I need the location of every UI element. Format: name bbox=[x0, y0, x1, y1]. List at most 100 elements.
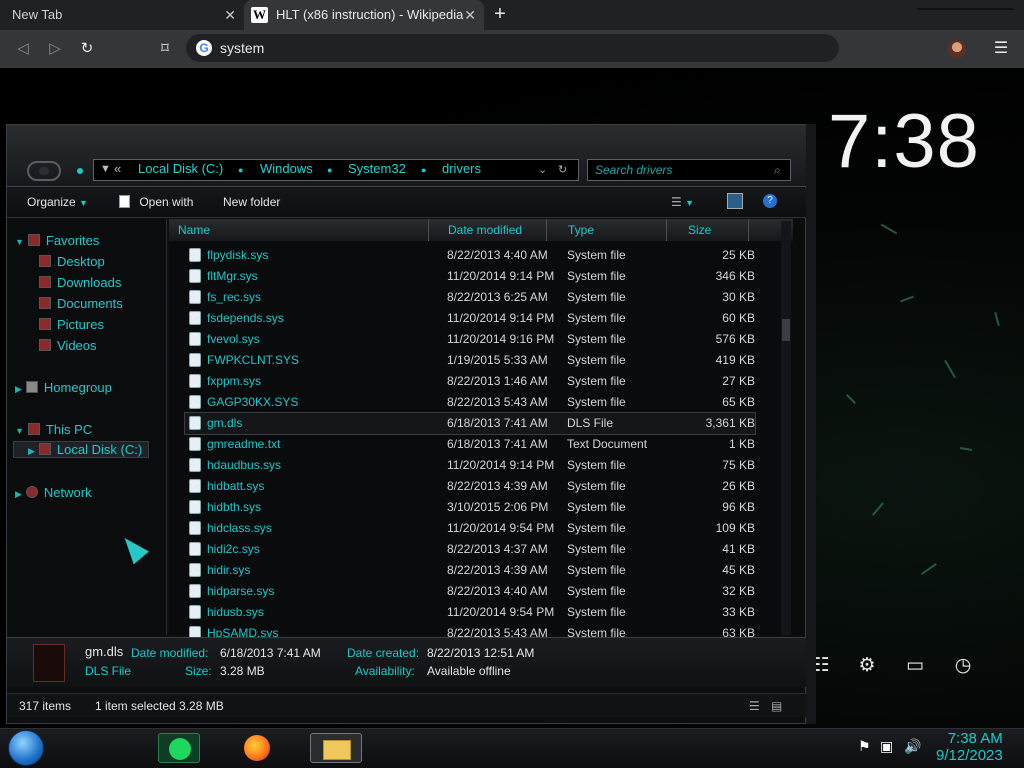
vertical-scrollbar[interactable] bbox=[781, 221, 791, 635]
new-tab-button[interactable]: + bbox=[488, 3, 512, 27]
table-row[interactable]: fvevol.sys 11/20/2014 9:16 PM System file 5… bbox=[185, 329, 755, 350]
table-row[interactable]: gmreadme.txt 6/18/2013 7:41 AM Text Docume… bbox=[185, 434, 755, 455]
breadcrumb-item[interactable]: drivers bbox=[442, 161, 481, 176]
organize-button[interactable]: Organize ▼ bbox=[27, 195, 88, 209]
menu-icon[interactable]: ☰ bbox=[990, 38, 1012, 60]
table-row[interactable]: flpydisk.sys 8/22/2013 4:40 AM System file… bbox=[185, 245, 755, 266]
file-name: fxppm.sys bbox=[207, 374, 262, 388]
breadcrumb-separator-icon[interactable]: ● bbox=[238, 165, 243, 175]
sidebar-item-favorites[interactable]: ▼ Favorites bbox=[15, 233, 99, 248]
file-explorer-taskbar-icon[interactable] bbox=[310, 733, 362, 763]
table-row[interactable]: hidclass.sys 11/20/2014 9:54 PM System fil… bbox=[185, 518, 755, 539]
bookmark-icon[interactable]: ⌑ bbox=[154, 38, 176, 60]
column-header-size[interactable]: Size bbox=[683, 219, 749, 241]
flag-icon[interactable]: ⚑ bbox=[858, 738, 871, 755]
breadcrumb-separator-icon[interactable]: ● bbox=[327, 165, 332, 175]
scrollbar-thumb[interactable] bbox=[782, 319, 790, 341]
file-size: 60 KB bbox=[722, 311, 755, 325]
details-date-created-label: Date created: bbox=[347, 646, 420, 660]
breadcrumb-overflow-icon[interactable]: « bbox=[114, 161, 121, 176]
sidebar-item-videos[interactable]: Videos bbox=[39, 338, 97, 353]
view-options-icon[interactable]: ☰ ▼ bbox=[671, 195, 694, 209]
sidebar-item-desktop[interactable]: Desktop bbox=[39, 254, 105, 269]
column-header-date-modified[interactable]: Date modified bbox=[443, 219, 547, 241]
file-date: 11/20/2014 9:14 PM bbox=[447, 269, 555, 283]
expand-icon: ▶ bbox=[28, 446, 35, 456]
table-row[interactable]: FWPKCLNT.SYS 1/19/2015 5:33 AM System file… bbox=[185, 350, 755, 371]
start-orb-icon[interactable] bbox=[8, 730, 44, 766]
recent-locations-icon[interactable] bbox=[77, 168, 83, 174]
breadcrumb-item[interactable]: Local Disk (C:) bbox=[138, 161, 223, 176]
address-breadcrumb[interactable]: ▼ « Local Disk (C:) ● Windows ● System32… bbox=[93, 159, 579, 181]
sidebar-item-local-disk[interactable]: ▶ Local Disk (C:) bbox=[13, 441, 150, 458]
breadcrumb-item[interactable]: Windows bbox=[260, 161, 313, 176]
file-date: 8/22/2013 4:40 AM bbox=[447, 584, 548, 598]
network-tray-icon[interactable]: ▣ bbox=[880, 738, 893, 755]
tab-label: New Tab bbox=[12, 7, 63, 22]
status-bar: 317 items 1 item selected 3.28 MB ☰ ▤ bbox=[7, 693, 807, 717]
sidebar-item-documents[interactable]: Documents bbox=[39, 296, 123, 311]
notes-app-icon[interactable] bbox=[158, 733, 200, 763]
table-row[interactable]: hidparse.sys 8/22/2013 4:40 AM System file… bbox=[185, 581, 755, 602]
large-icons-view-icon[interactable]: ▤ bbox=[771, 699, 782, 713]
file-type: System file bbox=[567, 332, 626, 346]
table-row[interactable]: hidbth.sys 3/10/2015 2:06 PM System file 96… bbox=[185, 497, 755, 518]
taskbar-clock[interactable]: 7:38 AM 9/12/2023 bbox=[936, 730, 1003, 764]
table-row[interactable]: hidusb.sys 11/20/2014 9:54 PM System file 3… bbox=[185, 602, 755, 623]
sidebar-item-downloads[interactable]: Downloads bbox=[39, 275, 121, 290]
file-list: Name Date modified Type Size flpydisk.sy… bbox=[169, 219, 805, 640]
gear-icon[interactable]: ⚙ bbox=[854, 653, 880, 679]
firefox-icon[interactable] bbox=[238, 733, 280, 763]
sidebar-item-homegroup[interactable]: ▶ Homegroup bbox=[15, 380, 112, 395]
file-type: System file bbox=[567, 374, 626, 388]
preview-pane-icon[interactable] bbox=[727, 193, 743, 209]
forward-icon[interactable]: ▷ bbox=[44, 38, 66, 60]
search-icon: ⌕ bbox=[774, 163, 781, 177]
tab-wikipedia[interactable]: W HLT (x86 instruction) - Wikipedia ✕ bbox=[244, 0, 484, 30]
back-icon[interactable]: ◁ bbox=[12, 38, 34, 60]
tab-new-tab[interactable]: New Tab ✕ bbox=[0, 0, 244, 30]
breadcrumb-separator-icon[interactable]: ● bbox=[421, 165, 426, 175]
sidebar-item-this-pc[interactable]: ▼ This PC bbox=[15, 422, 92, 437]
expand-icon: ▼ bbox=[15, 426, 24, 436]
address-bar[interactable]: G system bbox=[186, 34, 839, 62]
profile-avatar[interactable] bbox=[948, 40, 966, 58]
sidebar-item-network[interactable]: ▶ Network bbox=[15, 485, 92, 500]
column-header-name[interactable]: Name bbox=[173, 219, 429, 241]
table-row[interactable]: fltMgr.sys 11/20/2014 9:14 PM System file 3… bbox=[185, 266, 755, 287]
file-size: 32 KB bbox=[722, 584, 755, 598]
file-type: DLS File bbox=[567, 416, 614, 430]
close-tab-icon[interactable]: ✕ bbox=[224, 0, 236, 30]
details-view-icon[interactable]: ☰ bbox=[749, 699, 760, 713]
sidebar-item-pictures[interactable]: Pictures bbox=[39, 317, 104, 332]
open-with-button[interactable]: Open with bbox=[119, 195, 193, 209]
notes-app-glyph bbox=[169, 738, 191, 760]
table-row[interactable]: hidbatt.sys 8/22/2013 4:39 AM System file 2… bbox=[185, 476, 755, 497]
table-row[interactable]: fxppm.sys 8/22/2013 1:46 AM System file 27 … bbox=[185, 371, 755, 392]
file-icon bbox=[189, 458, 201, 472]
table-row[interactable]: gm.dls 6/18/2013 7:41 AM DLS File 3,361 KB bbox=[184, 412, 756, 435]
column-header-type[interactable]: Type bbox=[563, 219, 667, 241]
file-size: 1 KB bbox=[728, 437, 755, 451]
search-input[interactable]: Search drivers ⌕ bbox=[587, 159, 791, 181]
chevron-down-icon[interactable]: ⌄ bbox=[538, 163, 547, 176]
bookmark-book-icon[interactable]: ▭ bbox=[902, 653, 928, 679]
table-row[interactable]: hidi2c.sys 8/22/2013 4:37 AM System file 41… bbox=[185, 539, 755, 560]
breadcrumb-item[interactable]: System32 bbox=[348, 161, 406, 176]
volume-icon[interactable]: 🔊 bbox=[904, 738, 921, 755]
refresh-icon[interactable]: ↻ bbox=[558, 163, 567, 176]
table-row[interactable]: fs_rec.sys 8/22/2013 6:25 AM System file 30… bbox=[185, 287, 755, 308]
table-row[interactable]: hidir.sys 8/22/2013 4:39 AM System file 45 … bbox=[185, 560, 755, 581]
back-forward-icon[interactable] bbox=[27, 161, 61, 181]
file-type: System file bbox=[567, 458, 626, 472]
new-folder-button[interactable]: New folder bbox=[223, 195, 280, 209]
sidebar-item-label: Desktop bbox=[57, 254, 105, 269]
help-icon[interactable]: ? bbox=[763, 194, 777, 208]
table-row[interactable]: fsdepends.sys 11/20/2014 9:14 PM System fi… bbox=[185, 308, 755, 329]
history-icon[interactable]: ◷ bbox=[950, 653, 976, 679]
reload-icon[interactable]: ↻ bbox=[76, 38, 98, 60]
close-tab-icon[interactable]: ✕ bbox=[464, 0, 476, 30]
table-row[interactable]: hdaudbus.sys 11/20/2014 9:14 PM System fil… bbox=[185, 455, 755, 476]
table-row[interactable]: GAGP30KX.SYS 8/22/2013 5:43 AM System file… bbox=[185, 392, 755, 413]
file-type: Text Document bbox=[567, 437, 648, 451]
